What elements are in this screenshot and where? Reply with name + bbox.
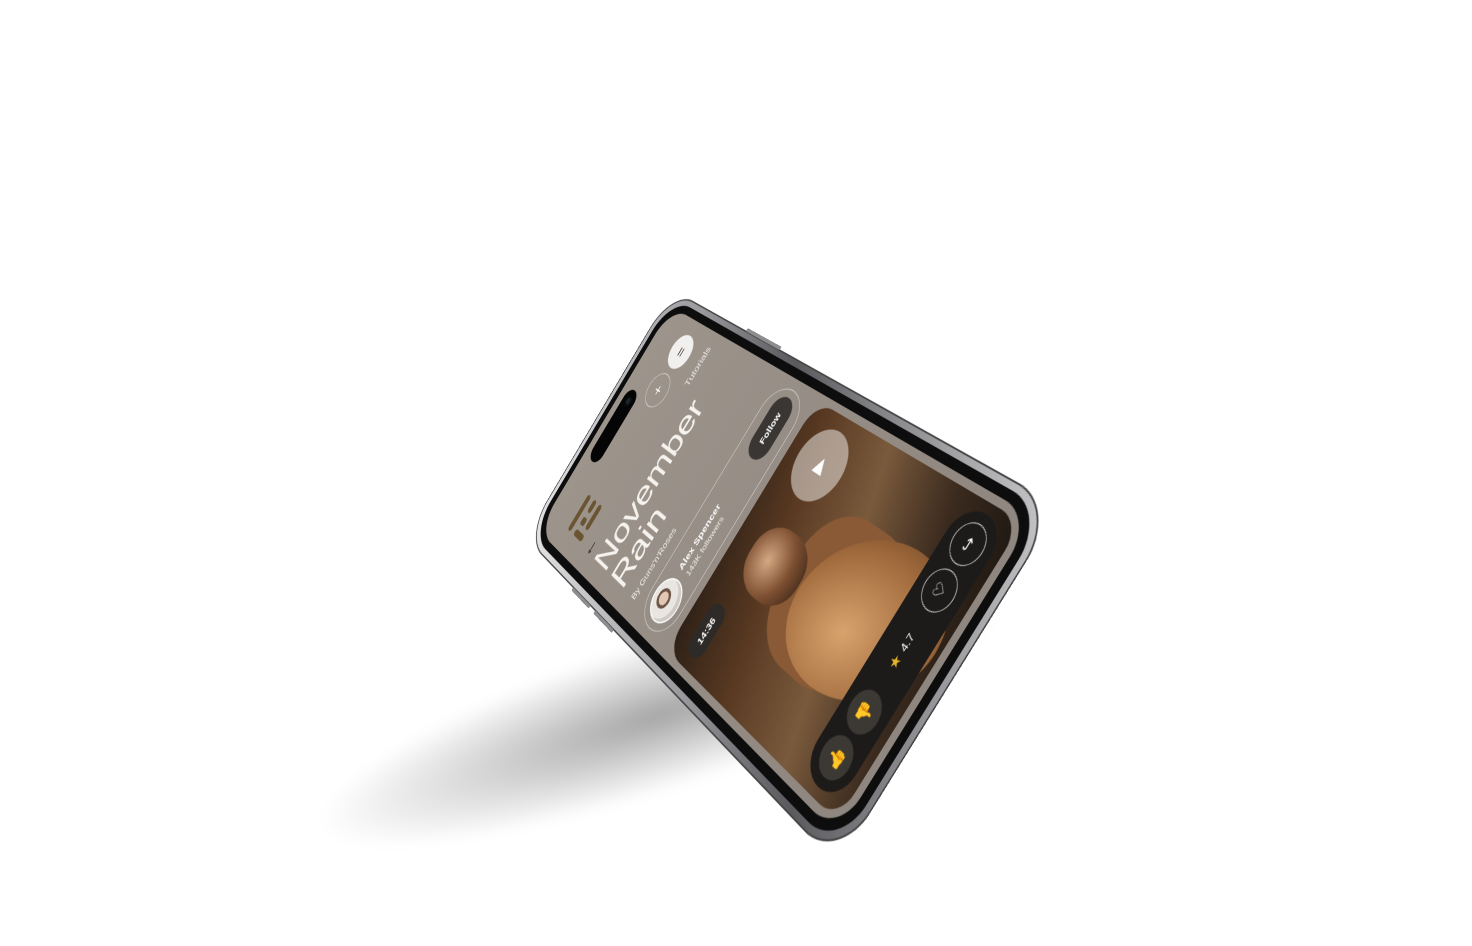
like-button[interactable]: 👍	[812, 726, 861, 790]
dynamic-island	[587, 386, 640, 466]
rating-value: 4.7	[897, 630, 917, 654]
video-preview[interactable]: ▶ 14:36 👍 👎 ★ 4.7 ♡ ↪	[666, 400, 1023, 822]
mockup-stage: + = ← Tutorials November Rain By Guns'n'…	[0, 0, 1472, 946]
play-icon: ▶	[808, 453, 831, 477]
vote-group: 👍 👎	[812, 681, 890, 790]
engage-group: ♡ ↪	[913, 515, 995, 621]
duration-badge: 14:36	[684, 599, 729, 664]
dislike-button[interactable]: 👎	[839, 681, 890, 743]
thumbs-up-icon: 👍	[824, 742, 849, 774]
menu-icon: =	[672, 344, 689, 360]
heart-icon: ♡	[928, 578, 951, 603]
share-icon: ↪	[957, 533, 980, 556]
front-camera	[622, 394, 634, 408]
phone-bezel: + = ← Tutorials November Rain By Guns'n'…	[531, 297, 1049, 852]
play-button[interactable]: ▶	[779, 419, 861, 513]
phone-frame: + = ← Tutorials November Rain By Guns'n'…	[525, 289, 1061, 866]
rating: ★ 4.7	[885, 630, 918, 673]
perspective-wrapper: + = ← Tutorials November Rain By Guns'n'…	[0, 0, 1472, 946]
favorite-button[interactable]: ♡	[913, 561, 966, 621]
app-screen: + = ← Tutorials November Rain By Guns'n'…	[538, 306, 1035, 836]
share-button[interactable]: ↪	[941, 515, 995, 574]
thumbs-down-icon: 👎	[852, 697, 877, 728]
plus-icon: +	[650, 382, 666, 399]
star-icon: ★	[885, 650, 905, 673]
